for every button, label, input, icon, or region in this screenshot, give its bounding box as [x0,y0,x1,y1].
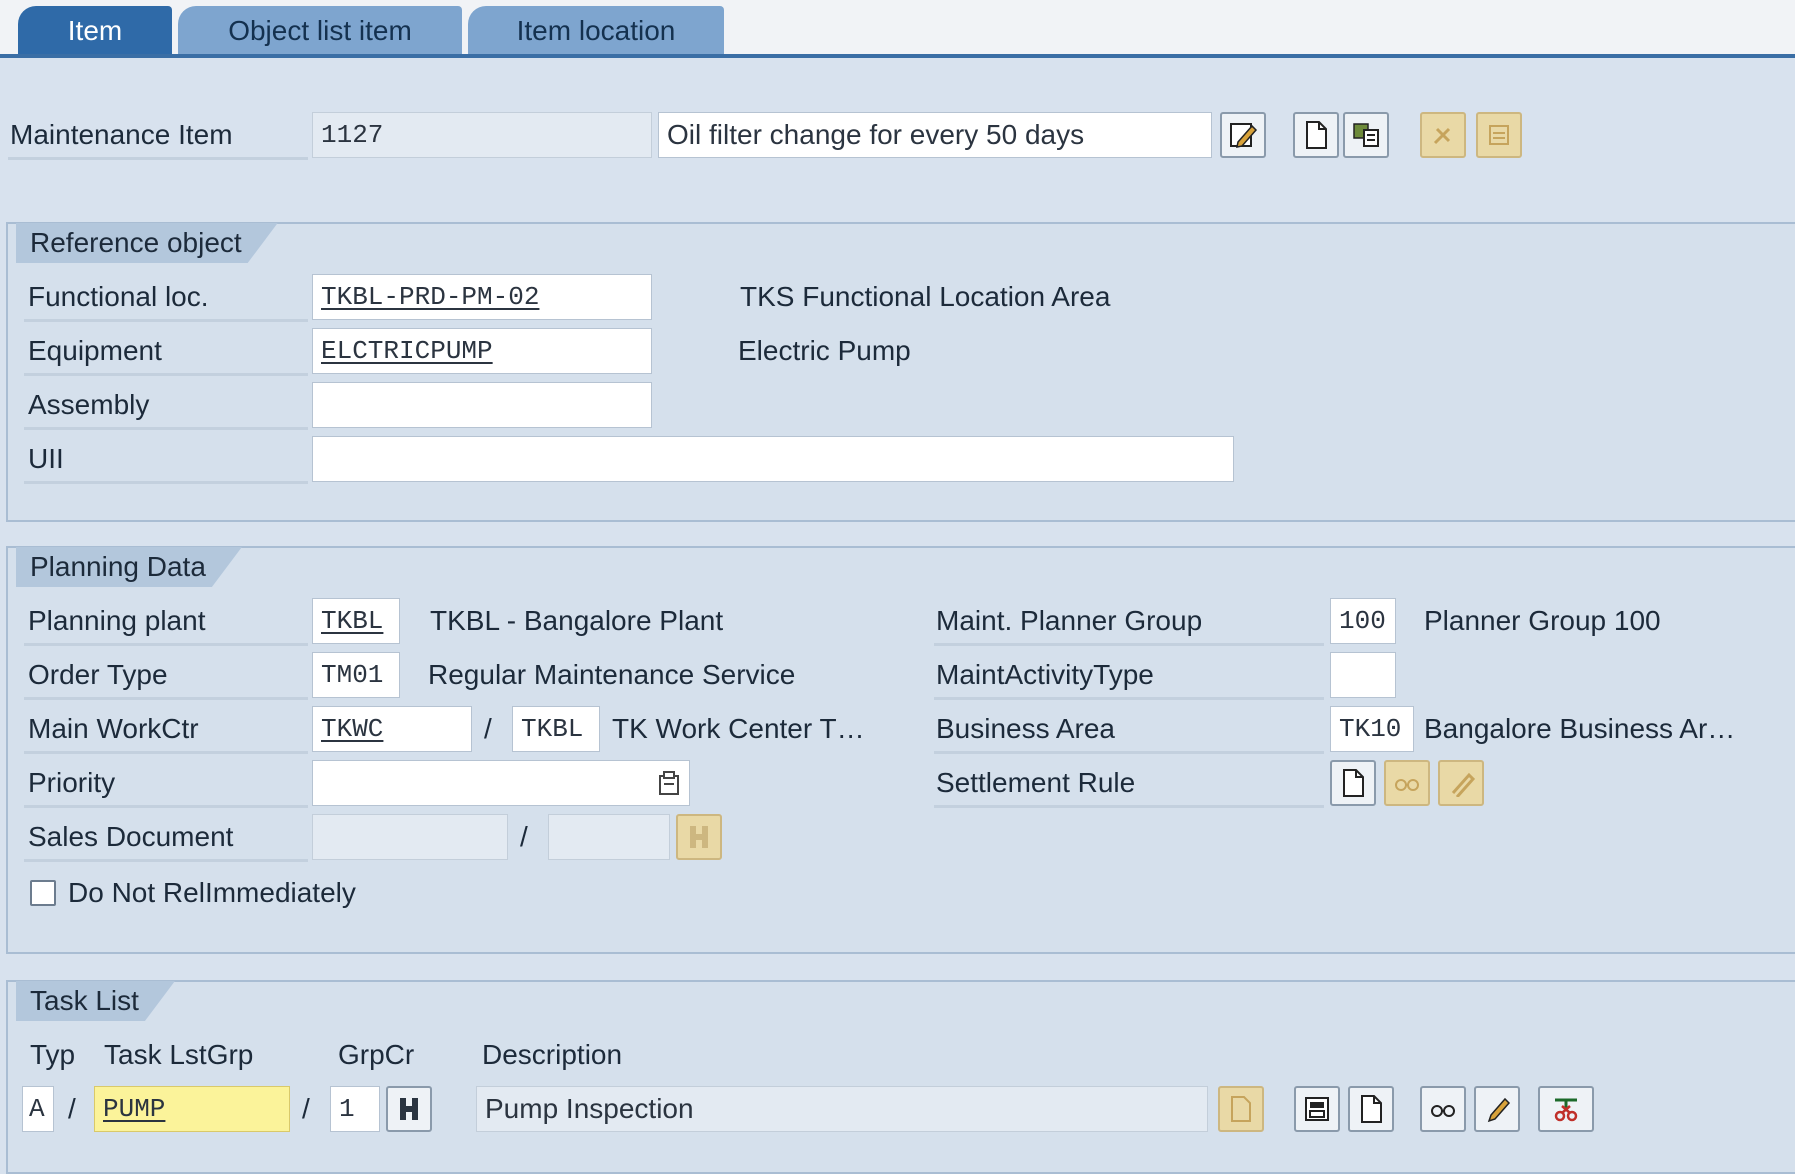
priority-label: Priority [28,767,116,798]
functional-loc-input[interactable]: TKBL-PRD-PM-02 [312,274,652,320]
scissors-icon [1554,1098,1578,1122]
typ-column-header: Typ [30,1039,76,1070]
assembly-label: Assembly [28,389,150,420]
group-counter-column-header: GrpCr [338,1039,415,1070]
activity-type-input[interactable] [1330,652,1396,698]
main-workctr-input[interactable]: TKWC [312,706,472,752]
task-list-separator-2: / [302,1093,310,1124]
tab-object-list-item[interactable]: Object list item [178,6,462,56]
planner-group-label: Maint. Planner Group [936,605,1203,636]
disabled-function-button-2 [1476,112,1522,158]
planning-plant-input[interactable]: TKBL [312,598,400,644]
main-workctr-label: Main WorkCtr [28,713,199,744]
search-help-icon [690,826,708,848]
pencil-icon [1451,772,1475,797]
group-counter-input[interactable]: 1 [330,1086,380,1132]
edit-pencil-icon [1230,123,1258,148]
dropdown-list-icon[interactable] [657,770,681,796]
functional-loc-value: TKBL-PRD-PM-02 [321,282,540,312]
business-area-label: Business Area [936,713,1115,744]
select-task-list-button[interactable] [1294,1086,1340,1132]
planning-plant-value: TKBL [321,606,384,636]
task-list-longtext-button [1218,1086,1264,1132]
display-task-list-button[interactable] [1420,1086,1466,1132]
sales-document-search-button [676,814,722,860]
settlement-rule-label: Settlement Rule [936,767,1136,798]
equipment-input[interactable]: ELCTRICPUMP [312,328,652,374]
sales-document-item-input [548,814,670,860]
main-workctr-value: TKWC [321,714,384,744]
task-list-panel: Task List [6,980,1795,1174]
tools-icon [1433,127,1451,145]
planning-plant-description: TKBL - Bangalore Plant [430,605,724,636]
planner-group-input[interactable]: 100 [1330,598,1396,644]
display-object-icon [1353,123,1379,147]
task-list-group-input[interactable]: PUMP [94,1086,290,1132]
maintenance-item-number: 1127 [312,112,652,158]
edit-long-text-button[interactable] [1220,112,1266,158]
search-help-icon [400,1098,418,1120]
do-not-release-checkbox[interactable] [30,880,56,906]
glasses-icon [1395,779,1419,791]
tab-underline [0,54,1795,58]
maintenance-item-label: Maintenance Item [10,119,233,150]
activity-type-label: MaintActivityType [936,659,1154,690]
business-area-input[interactable]: TK10 [1330,706,1414,752]
create-document-icon [1361,1095,1382,1123]
task-list-group-value: PUMP [103,1094,166,1124]
settlement-rule-create-button[interactable] [1330,760,1376,806]
equipment-description: Electric Pump [738,335,911,366]
planning-plant-label: Planning plant [28,605,206,636]
planner-group-description: Planner Group 100 [1424,605,1661,636]
change-task-list-button[interactable] [1474,1086,1520,1132]
order-type-label: Order Type [28,659,168,690]
workctr-separator: / [484,713,492,744]
workctr-plant-input[interactable]: TKBL [512,706,600,752]
sales-document-input [312,814,508,860]
assembly-input[interactable] [312,382,652,428]
uii-label: UII [28,443,64,474]
glasses-icon [1431,1105,1455,1117]
disabled-function-button-1 [1420,112,1466,158]
task-list-search-button[interactable] [386,1086,432,1132]
tab-item-location[interactable]: Item location [468,6,724,56]
planning-data-title: Planning Data [16,547,242,587]
tab-item[interactable]: Item [18,6,172,56]
create-task-list-button[interactable] [1348,1086,1394,1132]
task-list-group-column-header: Task LstGrp [104,1039,254,1070]
equipment-value: ELCTRICPUMP [321,336,493,366]
priority-select[interactable] [312,760,690,806]
reference-object-title: Reference object [16,223,278,263]
task-list-separator-1: / [68,1093,76,1124]
settlement-rule-change-button [1384,760,1430,806]
equipment-label: Equipment [28,335,162,366]
settlement-rule-edit-button [1438,760,1484,806]
delete-task-list-assignment-button[interactable] [1538,1086,1594,1132]
maintenance-item-description[interactable]: Oil filter change for every 50 days [658,112,1212,158]
functional-loc-label: Functional loc. [28,281,209,312]
select-list-icon [1305,1097,1329,1121]
main-workctr-description: TK Work Center T… [612,713,865,744]
description-column-header: Description [482,1039,623,1070]
pencil-icon [1487,1097,1511,1123]
list-icon [1489,125,1509,145]
task-list-type-input[interactable]: A [22,1086,54,1132]
display-object-button[interactable] [1343,112,1389,158]
create-document-icon [1306,121,1327,149]
functional-loc-description: TKS Functional Location Area [740,281,1111,312]
business-area-description: Bangalore Business Ar… [1424,713,1736,744]
create-button[interactable] [1293,112,1339,158]
uii-input[interactable] [312,436,1234,482]
uii-label-cell [24,436,308,484]
sales-document-label: Sales Document [28,821,234,852]
document-icon [1231,1096,1251,1122]
order-type-description: Regular Maintenance Service [428,659,796,690]
order-type-input[interactable]: TM01 [312,652,400,698]
task-list-title: Task List [16,981,175,1021]
task-list-description: Pump Inspection [476,1086,1208,1132]
do-not-release-label: Do Not RelImmediately [68,877,356,908]
sales-document-separator: / [520,821,528,852]
create-document-icon [1343,769,1364,797]
